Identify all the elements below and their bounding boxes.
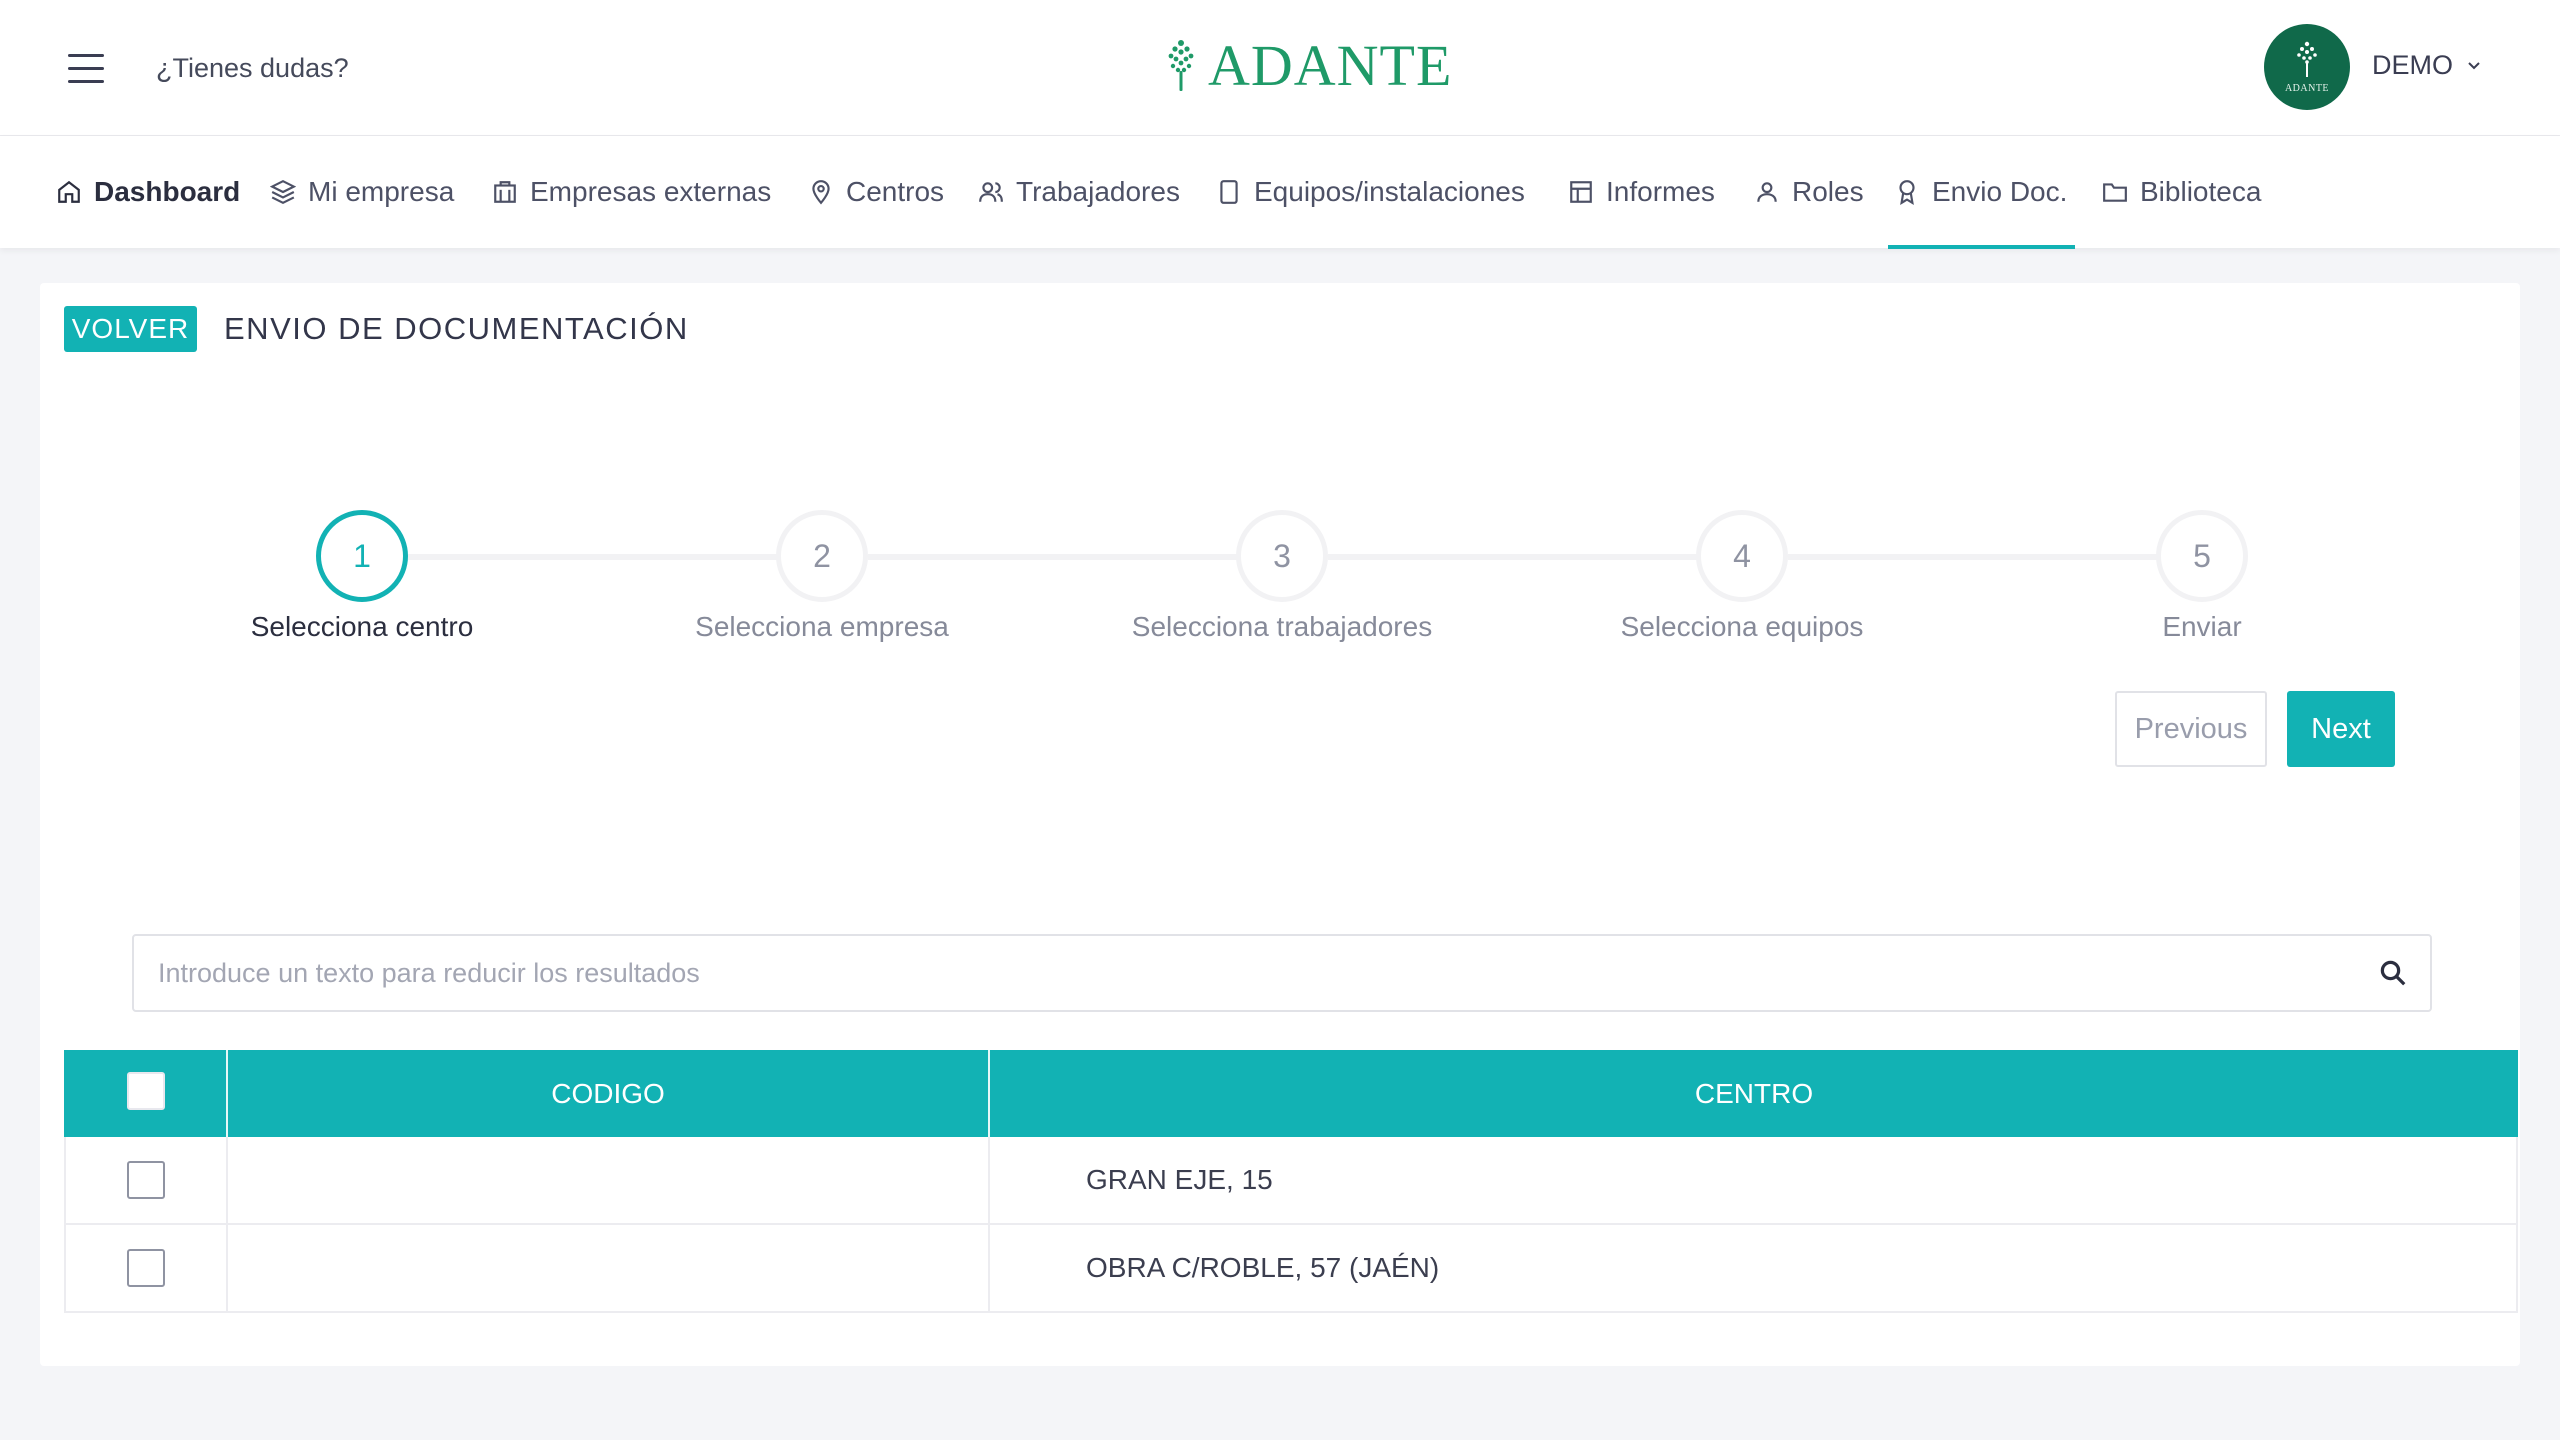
nav-label: Informes <box>1606 176 1715 207</box>
nav-label: Dashboard <box>94 176 241 207</box>
brand-logo[interactable]: ADANTE <box>1162 36 1452 96</box>
logo-text: ADANTE <box>1208 33 1453 98</box>
nav-label: Trabajadores <box>1016 176 1180 207</box>
page-title: ENVIO DE DOCUMENTACIÓN <box>224 311 689 346</box>
tree-logo-icon <box>1168 40 1194 91</box>
column-divider <box>226 1225 228 1311</box>
nav-item-centros[interactable]: Centros <box>808 136 944 248</box>
nav-item-envio-doc[interactable]: Envio Doc. <box>1894 136 2067 248</box>
nav-item-empresas-externas[interactable]: Empresas externas <box>492 136 771 248</box>
nav-label: Empresas externas <box>530 176 772 207</box>
nav-item-informes[interactable]: Informes <box>1568 136 1715 248</box>
row-checkbox[interactable] <box>127 1161 165 1199</box>
nav-item-equipos-instalaciones[interactable]: Equipos/instalaciones <box>1216 136 1525 248</box>
step-connector <box>1328 554 1698 560</box>
users-icon <box>979 182 1003 202</box>
nav-label: Centros <box>846 176 945 207</box>
nav-item-biblioteca[interactable]: Biblioteca <box>2102 136 2261 248</box>
user-name: DEMO <box>2372 50 2453 80</box>
step-1-circle[interactable]: 1 <box>316 510 408 602</box>
building-icon <box>494 181 516 203</box>
nav-label: Envio Doc. <box>1932 176 2068 207</box>
previous-button[interactable]: Previous <box>2115 691 2267 767</box>
step-4-label: Selecciona equipos <box>1620 611 1864 642</box>
map-pin-icon <box>812 180 830 205</box>
table-row[interactable]: GRAN EJE, 15 <box>64 1137 2518 1225</box>
menu-icon[interactable] <box>68 54 104 84</box>
nav-label: Roles <box>1792 176 1864 207</box>
next-button[interactable]: Next <box>2287 691 2395 767</box>
tree-logo-icon <box>2297 41 2317 77</box>
award-icon <box>1899 180 1915 205</box>
avatar-caption: ADANTE <box>2284 82 2330 94</box>
step-5-circle[interactable]: 5 <box>2156 510 2248 602</box>
main-nav: Dashboard Mi empresa Empresas externas C… <box>0 136 2560 248</box>
column-divider <box>988 1137 990 1223</box>
layers-icon <box>270 179 296 205</box>
nav-item-mi-empresa[interactable]: Mi empresa <box>270 136 454 248</box>
user-icon <box>1757 182 1777 202</box>
row-checkbox[interactable] <box>127 1249 165 1287</box>
step-2-circle[interactable]: 2 <box>776 510 868 602</box>
search-icon[interactable] <box>2378 958 2408 988</box>
column-divider <box>226 1137 228 1223</box>
table-header: CODIGO CENTRO <box>64 1050 2518 1137</box>
column-header-codigo[interactable]: CODIGO <box>228 1050 988 1137</box>
nav-item-trabajadores[interactable]: Trabajadores <box>978 136 1180 248</box>
search-input[interactable] <box>134 936 2364 1010</box>
nav-label: Biblioteca <box>2140 176 2262 207</box>
step-4-circle[interactable]: 4 <box>1696 510 1788 602</box>
column-divider <box>988 1225 990 1311</box>
step-connector <box>868 554 1238 560</box>
cell-centro: OBRA C/ROBLE, 57 (JAÉN) <box>1086 1252 1440 1283</box>
tablet-icon <box>1220 180 1238 204</box>
step-5-label: Enviar <box>2162 611 2242 642</box>
step-3-circle[interactable]: 3 <box>1236 510 1328 602</box>
layout-icon <box>1570 181 1592 203</box>
step-2-label: Selecciona empresa <box>695 611 949 642</box>
step-1-label: Selecciona centro <box>250 611 474 642</box>
folder-icon <box>2103 183 2127 202</box>
nav-item-dashboard[interactable]: Dashboard <box>56 136 240 248</box>
top-header: ¿Tienes dudas? ADANTE ADANTE DEMO <box>0 0 2560 136</box>
back-button[interactable]: VOLVER <box>64 306 197 352</box>
active-tab-indicator <box>1888 245 2075 249</box>
step-connector <box>408 554 778 560</box>
search-box <box>132 934 2432 1012</box>
select-all-checkbox[interactable] <box>127 1072 165 1110</box>
column-header-centro[interactable]: CENTRO <box>990 1050 2518 1137</box>
nav-label: Mi empresa <box>308 176 455 207</box>
home-icon <box>58 180 80 203</box>
nav-label: Equipos/instalaciones <box>1254 176 1525 207</box>
centros-table: CODIGO CENTRO GRAN EJE, 15 OBRA C/ROBLE,… <box>64 1050 2518 1313</box>
user-menu[interactable]: DEMO <box>2372 50 2481 81</box>
step-connector <box>1788 554 2158 560</box>
table-row[interactable]: OBRA C/ROBLE, 57 (JAÉN) <box>64 1225 2518 1313</box>
nav-item-roles[interactable]: Roles <box>1754 136 1864 248</box>
main-card: VOLVER ENVIO DE DOCUMENTACIÓN 1 Seleccio… <box>40 283 2520 1366</box>
cell-centro: GRAN EJE, 15 <box>1086 1164 1273 1195</box>
avatar[interactable]: ADANTE <box>2264 24 2350 110</box>
step-3-label: Selecciona trabajadores <box>1131 611 1433 642</box>
chevron-down-icon <box>2468 61 2480 69</box>
help-link[interactable]: ¿Tienes dudas? <box>156 53 349 84</box>
